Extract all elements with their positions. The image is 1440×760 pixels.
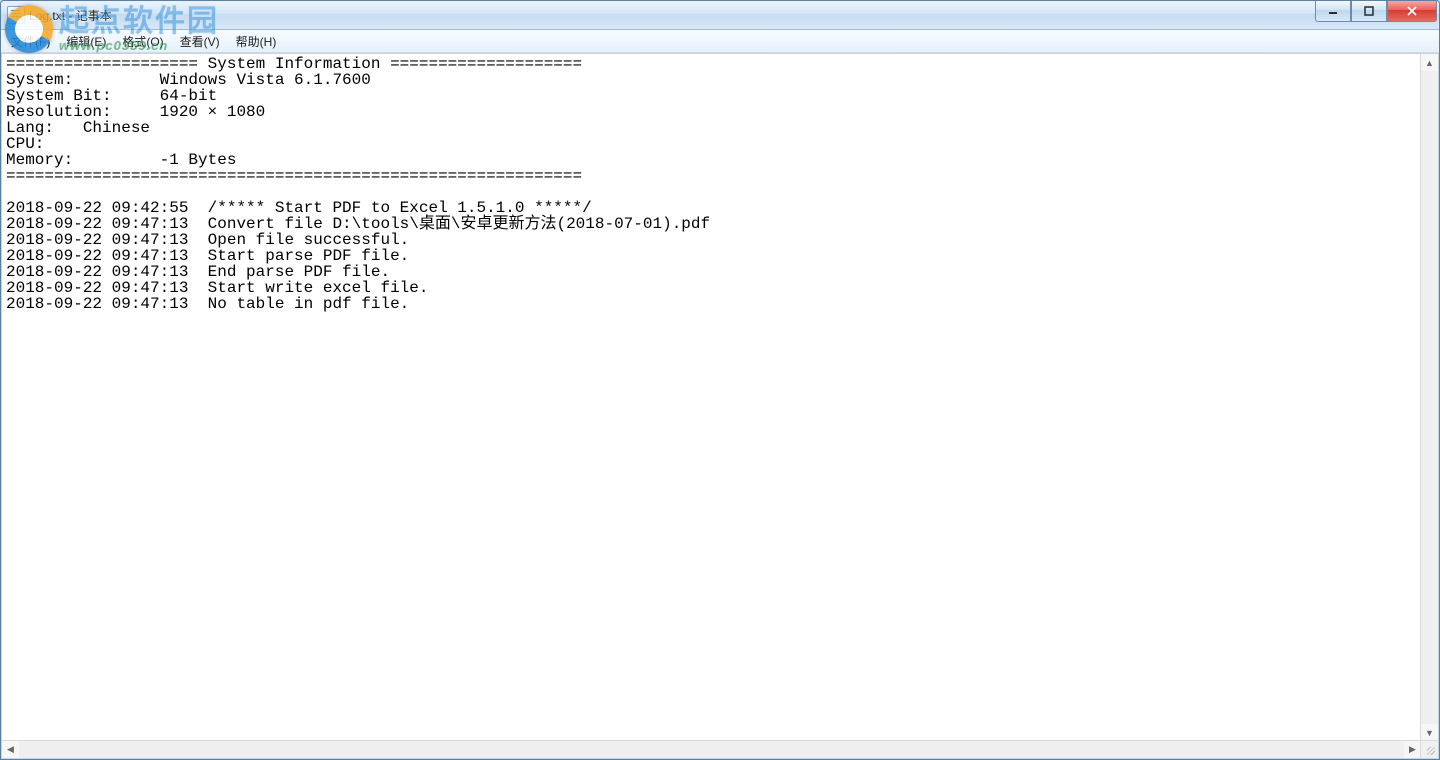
minimize-button[interactable] [1315,1,1351,22]
resize-grip[interactable] [1420,740,1438,758]
notepad-window: Log.txt - 记事本 文件(F) 编辑(E) 格式(O) 查看(V) 帮助… [0,0,1440,760]
close-icon [1406,6,1418,16]
chevron-left-icon: ◀ [7,744,14,755]
scroll-down-button[interactable]: ▼ [1421,724,1438,741]
text-editor[interactable]: ==================== System Information … [2,54,1421,741]
menu-format[interactable]: 格式(O) [114,31,171,52]
menu-view[interactable]: 查看(V) [172,31,228,52]
maximize-icon [1364,6,1374,16]
maximize-button[interactable] [1351,1,1387,22]
window-title: Log.txt - 记事本 [29,7,112,24]
scroll-left-button[interactable]: ◀ [2,741,19,758]
chevron-down-icon: ▼ [1425,728,1434,738]
close-button[interactable] [1387,1,1437,22]
horizontal-scrollbar[interactable]: ◀ ▶ [2,740,1421,758]
chevron-right-icon: ▶ [1409,744,1416,755]
menu-help[interactable]: 帮助(H) [228,31,285,52]
scroll-up-button[interactable]: ▲ [1421,54,1438,71]
window-controls [1315,1,1437,22]
minimize-icon [1328,6,1338,16]
menu-file[interactable]: 文件(F) [3,31,58,52]
chevron-up-icon: ▲ [1425,58,1434,68]
title-bar[interactable]: Log.txt - 记事本 [1,1,1439,30]
horizontal-scroll-track[interactable] [19,741,1404,758]
vertical-scroll-track[interactable] [1421,71,1438,724]
notepad-icon [7,6,25,24]
scroll-right-button[interactable]: ▶ [1404,741,1421,758]
vertical-scrollbar[interactable]: ▲ ▼ [1420,54,1438,741]
client-area: ==================== System Information … [1,53,1439,759]
menu-edit[interactable]: 编辑(E) [58,31,114,52]
menu-bar: 文件(F) 编辑(E) 格式(O) 查看(V) 帮助(H) [1,30,1439,53]
